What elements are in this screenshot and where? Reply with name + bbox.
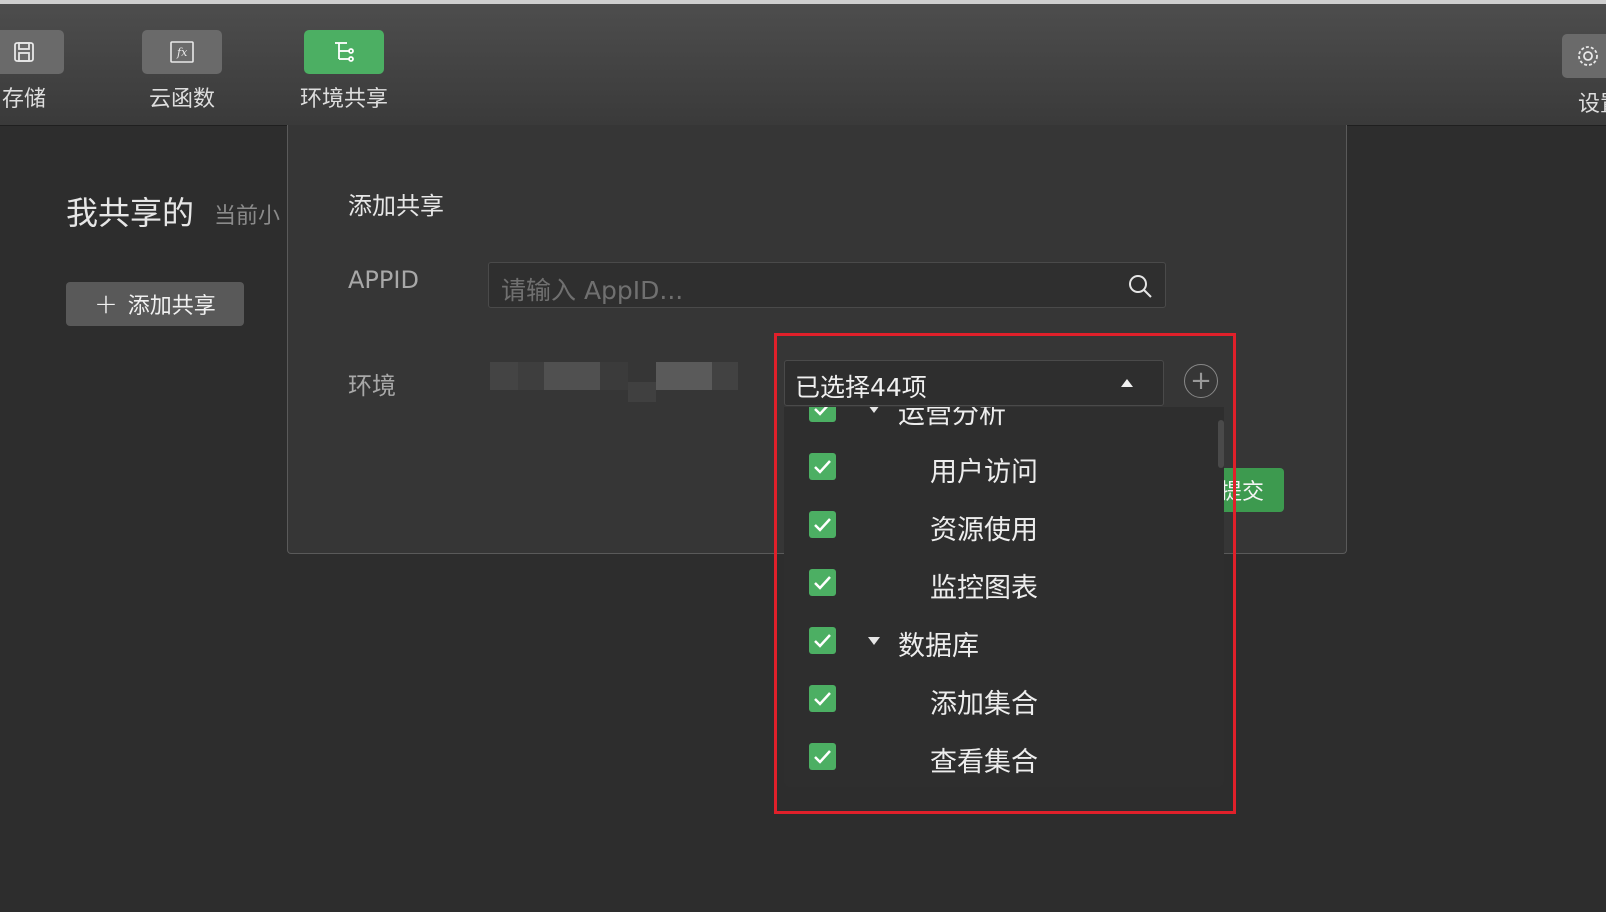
expand-arrow-icon[interactable] xyxy=(868,637,880,645)
storage-label: 存储 xyxy=(1,87,46,112)
option-user-visits[interactable]: 用户访问 xyxy=(784,437,1224,495)
checkmark-icon xyxy=(814,634,831,648)
caret-up-icon xyxy=(1121,379,1133,387)
env-share-label: 环境共享 xyxy=(300,87,389,112)
expand-arrow-icon[interactable] xyxy=(868,407,880,413)
feature-dropdown: 运营分析 用户访问 资源使用 监控图表 数据库 添加集合 查看集合 xyxy=(784,407,1224,787)
option-database[interactable]: 数据库 xyxy=(784,611,1224,669)
toolbar: 存储 fx 云函数 环境共享 设置 xyxy=(0,4,1606,126)
search-icon[interactable] xyxy=(1127,273,1153,299)
gear-icon xyxy=(1578,46,1598,66)
appid-label: APPID xyxy=(348,266,419,294)
tree-share-icon xyxy=(335,42,354,62)
modal-title: 添加共享 xyxy=(348,192,444,220)
feature-select[interactable]: 已选择44项 xyxy=(784,360,1164,406)
checkmark-icon xyxy=(814,460,831,474)
option-view-collection[interactable]: 查看集合 xyxy=(784,727,1224,785)
option-label: 监控图表 xyxy=(930,573,1038,604)
checkbox-checked[interactable] xyxy=(809,511,836,538)
my-shares-subtitle: 当前小 xyxy=(214,204,281,229)
option-label: 用户访问 xyxy=(930,457,1038,488)
add-share-label: 添加共享 xyxy=(127,294,216,319)
toolbar-storage[interactable]: 存储 xyxy=(0,30,64,113)
checkmark-icon xyxy=(814,407,829,416)
option-monitoring-charts[interactable]: 监控图表 xyxy=(784,553,1224,611)
env-id-redacted xyxy=(490,362,768,410)
checkmark-icon xyxy=(814,692,831,706)
option-label: 数据库 xyxy=(898,631,979,662)
checkbox-checked[interactable] xyxy=(809,627,836,654)
svg-text:fx: fx xyxy=(176,46,188,59)
plus-circle-icon: + xyxy=(1190,366,1212,396)
toolbar-cloud-functions[interactable]: fx 云函数 xyxy=(142,30,222,113)
appid-input[interactable]: 请输入 AppID... xyxy=(488,262,1166,308)
dropdown-scrollbar[interactable] xyxy=(1218,420,1224,468)
option-label: 添加集合 xyxy=(930,689,1038,720)
appid-placeholder: 请输入 AppID... xyxy=(501,276,684,305)
checkmark-icon xyxy=(814,576,831,590)
settings-label: 设置 xyxy=(1578,92,1606,117)
option-label: 资源使用 xyxy=(930,515,1038,546)
option-label: 查看集合 xyxy=(930,747,1038,778)
select-value: 已选择44项 xyxy=(795,373,927,402)
cloud-functions-button[interactable]: fx xyxy=(142,30,222,74)
option-ops-analysis[interactable]: 运营分析 xyxy=(784,407,1224,437)
plus-icon: + xyxy=(94,287,118,320)
checkbox-checked[interactable] xyxy=(809,407,836,422)
cloud-functions-label: 云函数 xyxy=(148,87,215,112)
option-add-collection[interactable]: 添加集合 xyxy=(784,669,1224,727)
function-fx-icon: fx xyxy=(170,41,194,63)
my-shares-title: 我共享的 xyxy=(66,194,195,232)
option-label: 运营分析 xyxy=(898,407,1006,430)
option-resource-usage[interactable]: 资源使用 xyxy=(784,495,1224,553)
add-share-button[interactable]: + 添加共享 xyxy=(66,282,244,326)
checkbox-checked[interactable] xyxy=(809,743,836,770)
checkbox-checked[interactable] xyxy=(809,569,836,596)
checkbox-checked[interactable] xyxy=(809,453,836,480)
checkbox-checked[interactable] xyxy=(809,685,836,712)
add-env-button[interactable]: + xyxy=(1184,364,1218,398)
checkmark-icon xyxy=(814,518,831,532)
storage-button[interactable] xyxy=(0,30,64,74)
save-icon xyxy=(14,42,34,62)
checkmark-icon xyxy=(814,750,831,764)
env-label: 环境 xyxy=(348,372,396,400)
toolbar-env-share[interactable]: 环境共享 xyxy=(300,30,388,113)
env-share-button[interactable] xyxy=(304,30,384,74)
settings-button[interactable] xyxy=(1562,34,1606,78)
